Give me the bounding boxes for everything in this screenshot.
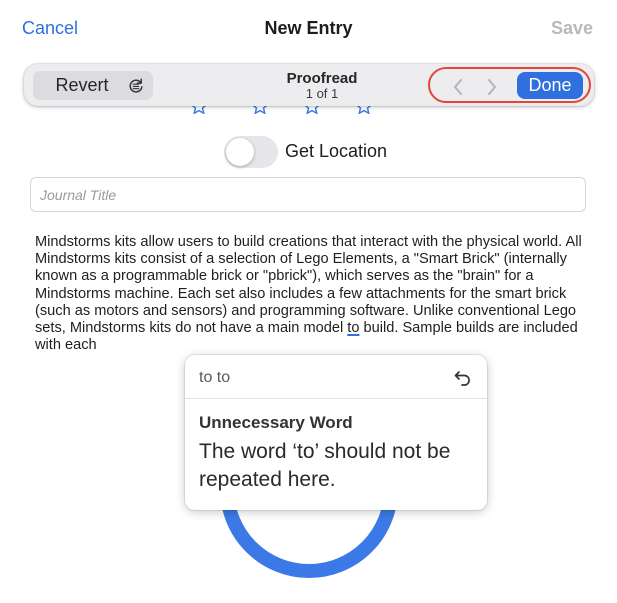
cycle-icon (129, 78, 143, 93)
next-suggestion-button[interactable] (478, 74, 506, 100)
chevron-left-icon (454, 79, 462, 95)
suggestion-heading: Unnecessary Word (199, 413, 353, 432)
suggestion-navigation: Done (428, 67, 591, 103)
toggle-knob (226, 138, 254, 166)
done-button[interactable]: Done (517, 72, 583, 99)
revert-button[interactable]: Revert (33, 71, 131, 100)
previous-suggestion-button[interactable] (444, 74, 472, 100)
suggestion-description: The word ‘to’ should not be repeated her… (199, 440, 451, 491)
cycle-button[interactable] (119, 71, 153, 100)
flagged-word[interactable]: to (347, 320, 359, 336)
location-label: Get Location (285, 141, 388, 161)
proofread-title: Proofread (286, 70, 358, 87)
undo-button[interactable] (451, 366, 475, 390)
journal-title-field[interactable] (30, 177, 586, 212)
divider (185, 398, 487, 399)
undo-arrow-icon (454, 371, 470, 386)
proofread-toolbar: Revert Proofread 1 of 1 Done (24, 64, 594, 106)
location-row: Get Location (224, 135, 444, 169)
page-title: New Entry (264, 18, 353, 38)
location-toggle[interactable] (224, 136, 278, 168)
journal-body[interactable]: Mindstorms kits allow users to build cre… (35, 234, 591, 354)
suggestion-popover: to to Unnecessary Word The word ‘to’ sho… (185, 355, 487, 510)
navigation-bar: Cancel New Entry Save (0, 0, 617, 58)
save-button[interactable]: Save (551, 18, 593, 39)
proofread-count: 1 of 1 (305, 86, 339, 101)
suggestion-original-text: to to (199, 369, 231, 386)
chevron-right-icon (488, 79, 496, 95)
